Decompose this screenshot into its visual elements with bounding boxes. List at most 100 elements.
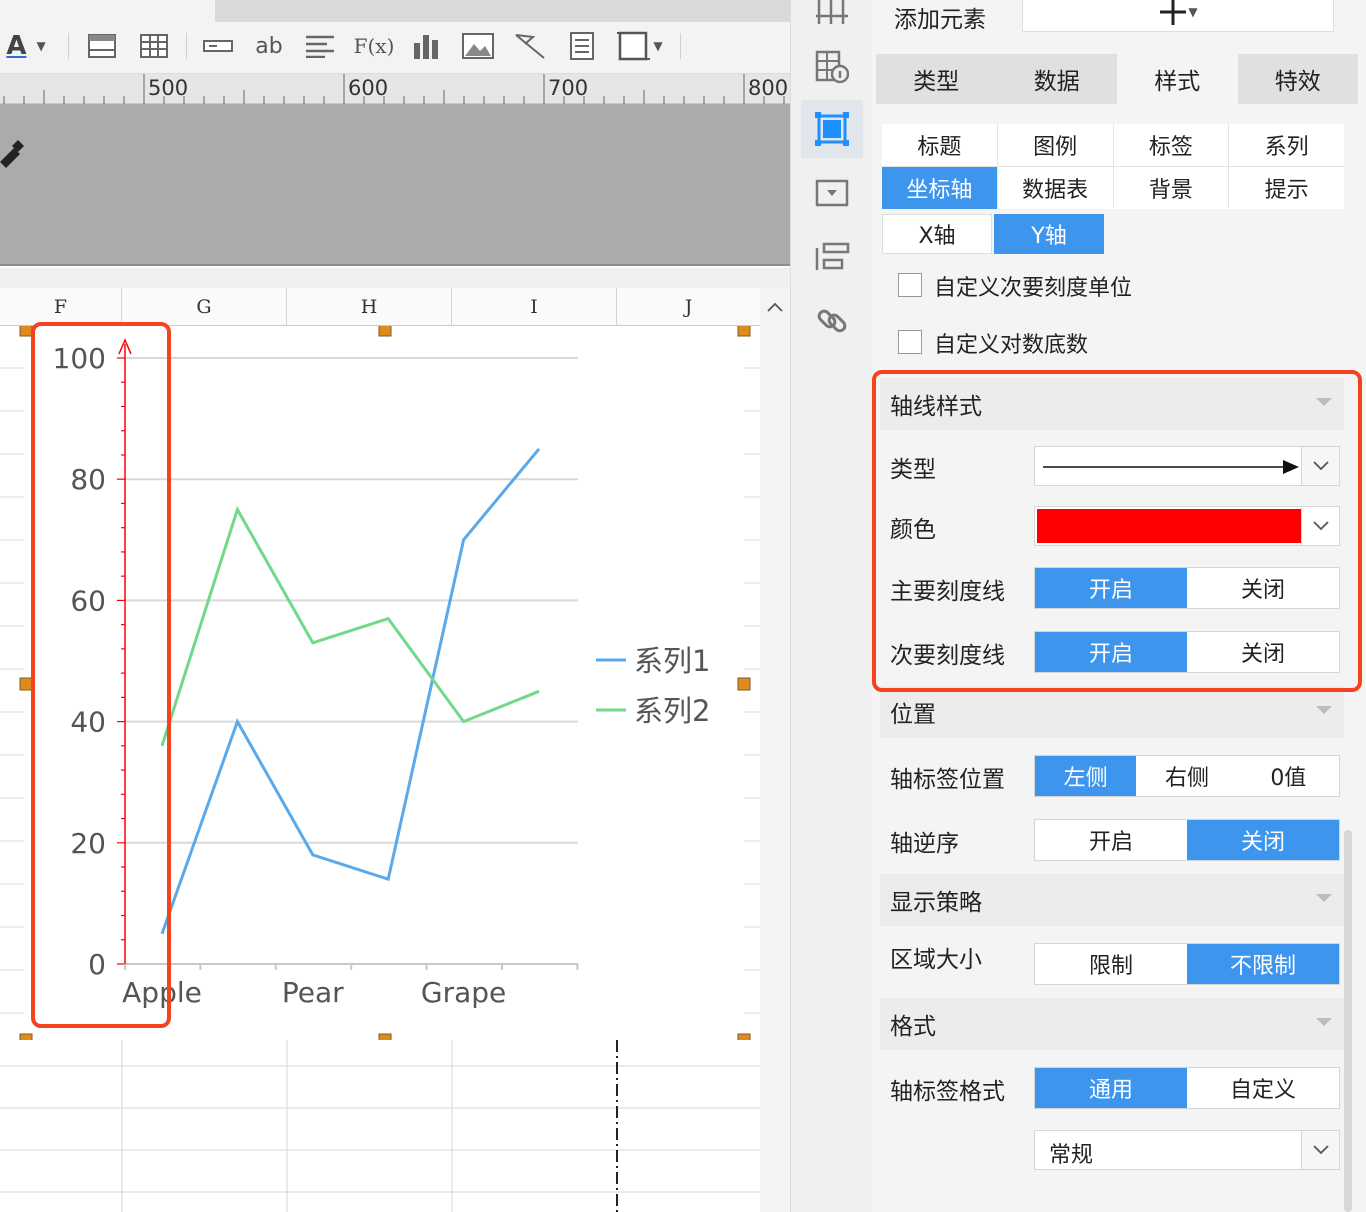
column-header-g[interactable]: G [122,288,287,326]
area-size-toggle: 限制 不限制 [1034,943,1340,985]
tab-strip [0,0,790,22]
minor-tick-on-button[interactable]: 开启 [1035,632,1187,672]
sub-tab-axis[interactable]: 坐标轴 [882,167,997,209]
resize-handle [19,326,33,337]
scroll-up-button[interactable] [760,288,790,326]
vertical-scrollbar[interactable] [760,326,790,1212]
display-section-header[interactable]: 显示策略 [880,874,1344,926]
caret-down-icon [1316,398,1332,406]
sub-tab-tooltip[interactable]: 提示 [1229,167,1344,209]
format-custom-button[interactable]: 自定义 [1187,1068,1339,1108]
chart-container[interactable]: 0 20 40 60 80 100 Apple Pear Grape 系列1 系列2 [0,326,760,1040]
major-tick-label: 主要刻度线 [890,579,1005,605]
label-right-button[interactable]: 右侧 [1136,756,1237,796]
sub-tab-legend[interactable]: 图例 [997,124,1113,166]
color-picker[interactable] [1034,506,1340,546]
reverse-off-button[interactable]: 关闭 [1187,820,1339,860]
page-margin-area [0,104,790,266]
minor-tick-off-button[interactable]: 关闭 [1187,632,1339,672]
formula-icon[interactable]: F(x) [354,30,395,62]
toolbar-divider [68,33,69,59]
major-tick-off-button[interactable]: 关闭 [1187,568,1339,608]
x-axis-tab[interactable]: X轴 [882,214,992,254]
caret-down-icon [1316,894,1332,902]
document-icon[interactable] [564,30,600,62]
ruler-mark: 500 [148,76,189,100]
number-format-select[interactable]: 常规 [1034,1130,1340,1170]
legend-label: 系列1 [634,644,710,678]
cell-settings-icon[interactable] [801,38,863,96]
sub-tab-background[interactable]: 背景 [1113,167,1229,209]
border-icon[interactable]: ▼ [614,30,666,62]
series-line-2 [160,505,540,747]
sheet-grid [0,1040,760,1212]
text-color-icon[interactable]: A ▼ [0,30,52,62]
tab-data[interactable]: 数据 [996,54,1117,104]
tab-type[interactable]: 类型 [876,54,997,104]
reverse-on-button[interactable]: 开启 [1035,820,1187,860]
line-type-dropdown[interactable] [1034,446,1340,486]
custom-log-base-checkbox[interactable] [898,330,922,354]
y-tick-label: 100 [53,342,106,375]
resize-handle [19,677,33,691]
legend-label: 系列2 [634,694,710,728]
row-format-icon[interactable] [801,228,863,286]
chart-property-icon[interactable] [801,100,863,158]
image-icon[interactable] [458,30,498,62]
y-tick-label: 40 [70,706,106,739]
link-icon[interactable] [801,292,863,350]
field-icon[interactable] [200,30,236,62]
add-element-button[interactable]: ▼ [1022,0,1334,32]
label-format-label: 轴标签格式 [890,1079,1005,1105]
format-general-button[interactable]: 通用 [1035,1068,1187,1108]
line-type-label: 类型 [890,457,936,483]
resize-handle [737,326,751,337]
caret-down-icon [1316,706,1332,714]
side-icon-strip [790,0,872,1212]
column-header-j[interactable]: J [617,288,760,326]
tab-strip-inactive [215,0,790,22]
layout-icon[interactable] [801,0,863,40]
column-header: F G H I J [0,288,760,326]
format-section-header[interactable]: 格式 [880,998,1344,1050]
column-header-f[interactable]: F [0,288,122,326]
sub-tab-title[interactable]: 标题 [882,124,997,166]
label-zero-button[interactable]: 0值 [1238,756,1339,796]
chevron-down-icon [1301,447,1339,485]
sub-tab-datasheet[interactable]: 数据表 [997,167,1113,209]
text-box-icon[interactable]: ab [250,30,288,62]
y-axis-tab[interactable]: Y轴 [994,214,1104,254]
column-header-h[interactable]: H [287,288,452,326]
custom-minor-unit-checkbox[interactable] [898,273,922,297]
sub-tab-series[interactable]: 系列 [1229,124,1344,166]
axis-style-section-header[interactable]: 轴线样式 [880,378,1344,430]
x-tick-label: Pear [282,976,344,1009]
sub-tab-label[interactable]: 标签 [1113,124,1229,166]
panel-scrollbar[interactable] [1344,830,1352,1212]
pen-icon [0,140,24,168]
resize-handle [737,677,751,691]
position-section-header[interactable]: 位置 [880,686,1344,738]
bar-chart-icon[interactable] [408,30,444,62]
y-tick-label: 80 [70,463,106,496]
format-title: 格式 [890,1014,936,1040]
line-tool-icon[interactable] [510,30,550,62]
line-chart: 0 20 40 60 80 100 Apple Pear Grape 系列1 系列2 [0,326,760,1040]
column-header-i[interactable]: I [452,288,617,326]
label-left-button[interactable]: 左侧 [1035,756,1137,796]
tab-style[interactable]: 样式 [1117,54,1238,104]
app-window: A ▼ ab F(x) ▼ 500 600 700 800 F G H I J … [0,0,1366,1212]
paragraph-icon[interactable] [302,30,338,62]
tab-effect[interactable]: 特效 [1237,54,1358,104]
cell-frame-icon[interactable] [84,30,120,62]
major-tick-toggle: 开启 关闭 [1034,567,1340,609]
series-line-1 [160,447,541,935]
ruler-mark: 800 [748,76,789,100]
table-icon[interactable] [136,30,172,62]
ruler: 500 600 700 800 [0,74,790,104]
style-sub-tabs: 标题 图例 标签 系列 坐标轴 数据表 背景 提示 [882,124,1344,209]
no-limit-button[interactable]: 不限制 [1187,944,1339,984]
limit-button[interactable]: 限制 [1035,944,1187,984]
widget-icon[interactable] [801,164,863,222]
major-tick-on-button[interactable]: 开启 [1035,568,1187,608]
